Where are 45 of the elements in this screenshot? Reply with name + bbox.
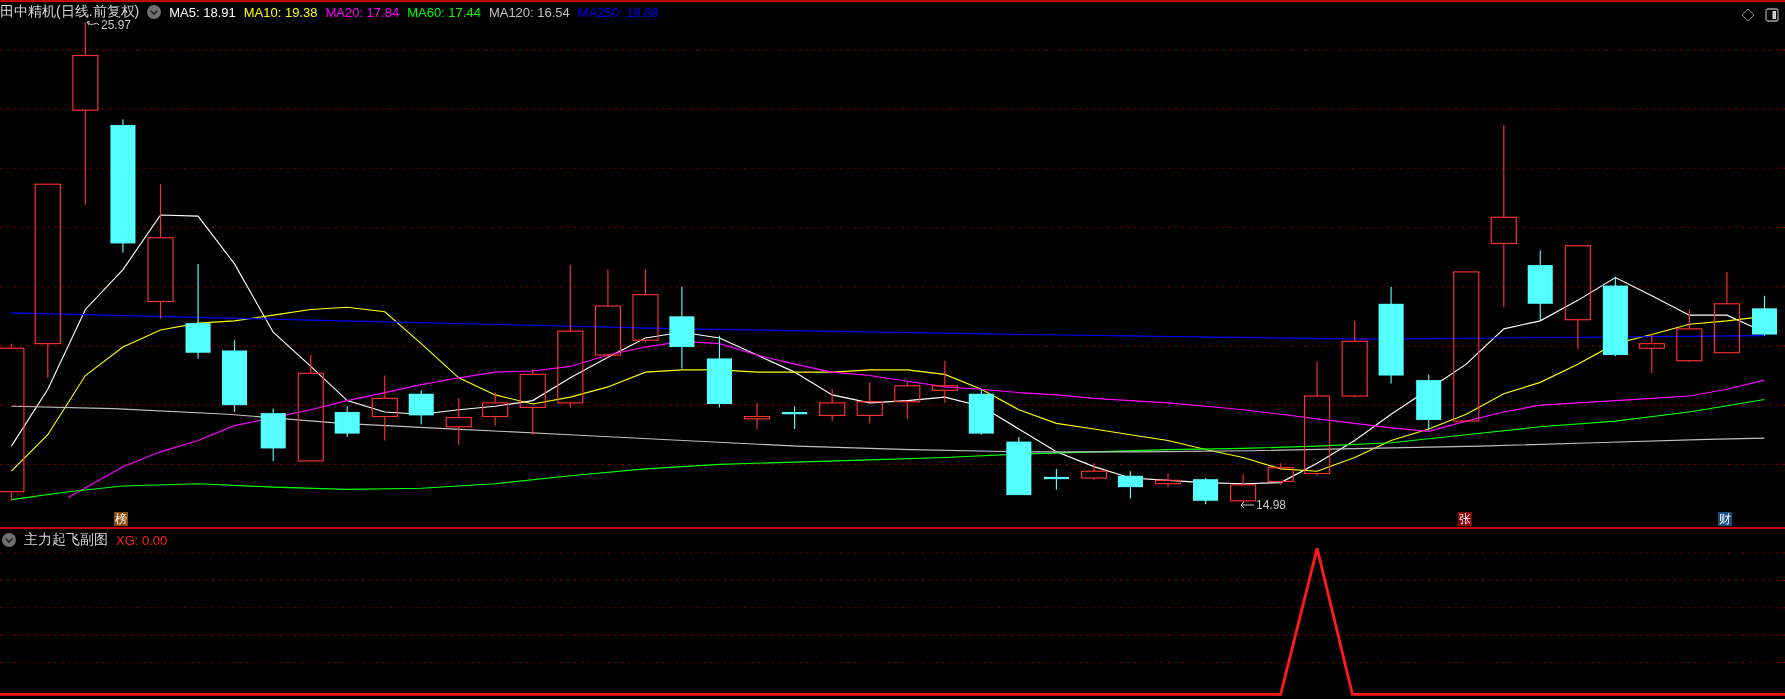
candlestick — [819, 388, 846, 422]
candlestick — [931, 360, 958, 404]
indicator-value: XG: 0.00 — [116, 532, 168, 548]
candlestick — [1638, 332, 1665, 374]
candlestick — [1676, 308, 1703, 363]
candlestick — [782, 405, 808, 430]
candlestick — [1193, 477, 1219, 505]
candlestick — [743, 402, 771, 430]
candlestick — [371, 374, 398, 441]
moving-average-value: MA5: 18.91 — [169, 4, 236, 20]
candlestick — [1043, 468, 1069, 490]
diamond-icon[interactable] — [1741, 8, 1755, 22]
candlestick — [1267, 462, 1294, 486]
moving-average-value: MA20: 17.84 — [325, 4, 400, 20]
candlestick — [445, 397, 472, 446]
event-marker[interactable]: 财 — [1718, 512, 1732, 526]
candlestick — [1154, 472, 1182, 488]
chart-title: 田中精机(日线.前复权) — [0, 3, 140, 20]
candlestick — [1416, 373, 1442, 431]
panel-toggle-icon[interactable] — [1765, 8, 1779, 22]
moving-average-value: MA120: 16.54 — [488, 4, 570, 20]
candlestick — [334, 405, 360, 438]
left-arrow-icon — [1240, 501, 1254, 509]
candlestick — [968, 388, 994, 436]
moving-average-value: MA250: 18.88 — [577, 4, 659, 20]
low-price-label: 14.98 — [1256, 498, 1287, 512]
candlestick — [1006, 436, 1032, 496]
candlestick — [1080, 462, 1108, 481]
event-marker[interactable]: 榜 — [114, 512, 128, 526]
candlestick — [1752, 295, 1778, 337]
moving-average-value: MA60: 17.44 — [407, 4, 481, 20]
collapse-icon[interactable] — [147, 5, 162, 19]
candlestick — [260, 408, 286, 462]
moving-average-value: MA10: 19.38 — [243, 4, 318, 20]
candlestick — [1117, 470, 1143, 500]
candlestick — [856, 381, 883, 424]
candlestick — [519, 368, 546, 436]
indicator-title: 主力起飞副图 — [24, 531, 108, 549]
event-marker[interactable]: 张 — [1458, 512, 1472, 526]
candlestick — [482, 392, 509, 427]
collapse-icon[interactable] — [2, 533, 16, 547]
candlestick — [1230, 474, 1257, 504]
high-price-label: 25.97 — [101, 18, 132, 32]
candlestick — [894, 381, 921, 420]
candlestick — [408, 389, 434, 426]
